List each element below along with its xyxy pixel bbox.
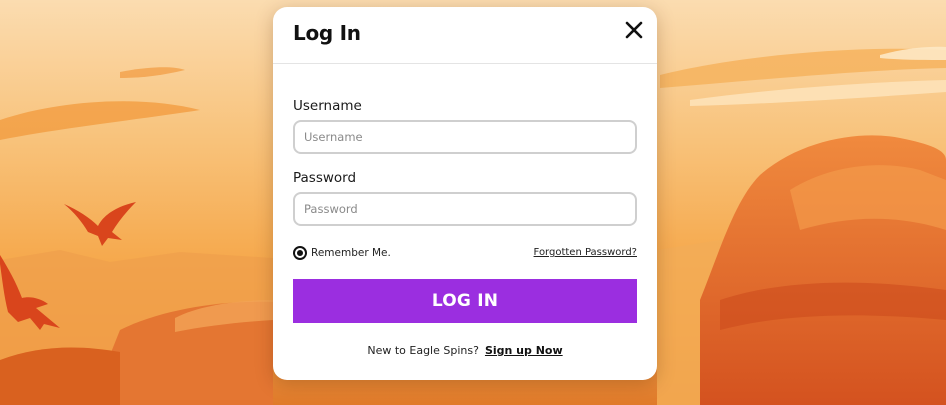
remember-me-label: Remember Me. <box>311 247 391 259</box>
modal-title: Log In <box>293 21 361 45</box>
modal-header: Log In <box>273 7 657 64</box>
close-button[interactable] <box>621 17 647 43</box>
remember-me-radio[interactable] <box>293 246 307 260</box>
forgot-password-link[interactable]: Forgotten Password? <box>534 247 637 258</box>
signup-link[interactable]: Sign up Now <box>485 344 563 357</box>
signup-prompt: New to Eagle Spins? <box>367 344 479 357</box>
username-label: Username <box>293 98 362 114</box>
username-input[interactable] <box>293 120 637 154</box>
login-button[interactable]: LOG IN <box>293 279 637 323</box>
password-label: Password <box>293 170 357 186</box>
remember-me-option[interactable]: Remember Me. <box>293 245 391 261</box>
login-modal: Log In Username Password Remember Me. Fo… <box>273 7 657 380</box>
close-icon <box>625 21 643 39</box>
signup-row: New to Eagle Spins? Sign up Now <box>273 344 657 357</box>
password-input[interactable] <box>293 192 637 226</box>
